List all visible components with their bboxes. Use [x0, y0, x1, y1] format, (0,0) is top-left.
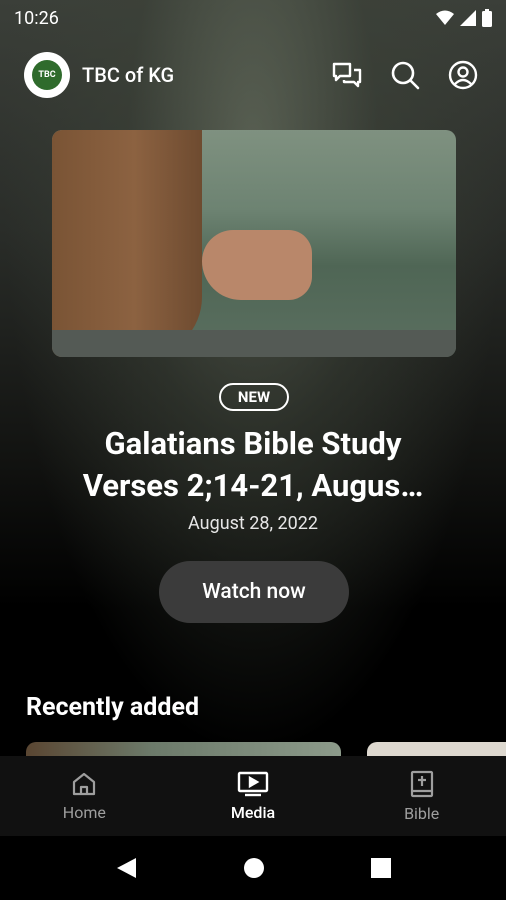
account-icon[interactable]: [448, 60, 478, 90]
system-navigation-bar: [0, 836, 506, 900]
home-circle-icon[interactable]: [243, 857, 265, 879]
media-icon: [237, 771, 269, 796]
watch-now-button[interactable]: Watch now: [159, 561, 349, 623]
nav-bible[interactable]: Bible: [337, 756, 506, 836]
recent-item-thumbnail[interactable]: [26, 742, 341, 756]
recently-added-title: Recently added: [26, 693, 200, 722]
bottom-navigation: Home Media Bible: [0, 756, 506, 836]
messages-icon[interactable]: [332, 61, 362, 89]
hero-image[interactable]: [52, 130, 456, 357]
nav-home-label: Home: [62, 802, 106, 822]
hero-title-line2: Verses 2;14-21, Augus…: [82, 467, 424, 504]
app-logo[interactable]: TBC: [24, 52, 70, 98]
hero-image-hands: [202, 230, 312, 300]
hero-image-rail: [52, 330, 456, 357]
hero-background: [0, 0, 506, 760]
home-icon: [73, 772, 96, 795]
hero-title-line1: Galatians Bible Study: [104, 425, 402, 462]
nav-bible-label: Bible: [404, 803, 440, 823]
logo-text: TBC: [32, 60, 62, 90]
nav-home[interactable]: Home: [0, 756, 169, 836]
hero-date: August 28, 2022: [188, 513, 318, 534]
wifi-icon: [436, 10, 454, 25]
search-icon[interactable]: [390, 60, 420, 90]
nav-media[interactable]: Media: [169, 756, 338, 836]
signal-icon: [460, 10, 476, 26]
battery-icon: [482, 9, 492, 27]
hero-image-arm: [52, 130, 202, 357]
recent-item-thumbnail[interactable]: [367, 742, 506, 756]
bible-icon: [410, 770, 433, 797]
status-bar: 10:26: [0, 0, 506, 36]
back-icon[interactable]: [115, 856, 137, 880]
status-time: 10:26: [14, 7, 59, 29]
app-title: TBC of KG: [82, 63, 175, 87]
recents-icon[interactable]: [371, 858, 391, 878]
hero-title[interactable]: Galatians Bible Study Verses 2;14-21, Au…: [40, 423, 466, 507]
app-bar: TBC TBC of KG: [0, 46, 506, 104]
nav-media-label: Media: [230, 802, 276, 822]
new-badge: NEW: [219, 383, 289, 411]
